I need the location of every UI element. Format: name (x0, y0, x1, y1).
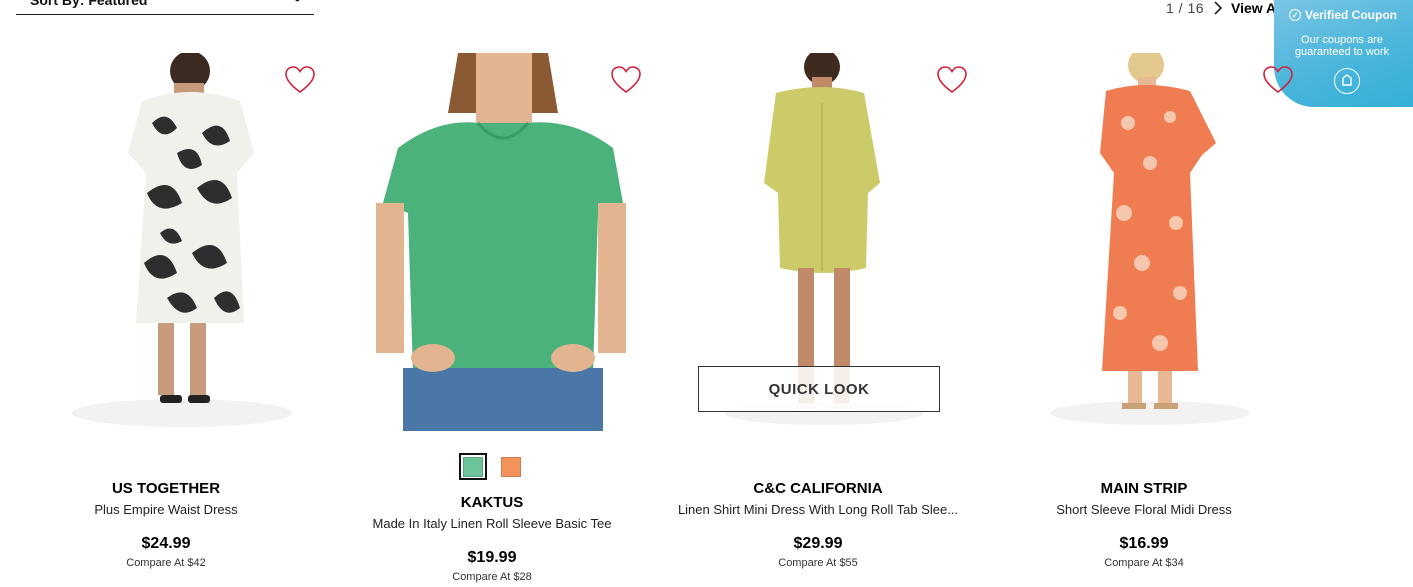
coupon-desc-line-1: Our coupons are (1301, 34, 1383, 46)
compare-at-price: Compare At $42 (126, 557, 206, 569)
heart-icon[interactable] (284, 65, 316, 95)
coupon-title-row: ✓ Verified Coupon (1262, 8, 1413, 22)
product-name[interactable]: Plus Empire Waist Dress (0, 502, 346, 517)
product-brand[interactable]: MAIN STRIP (994, 480, 1294, 497)
product-card[interactable]: KAKTUS Made In Italy Linen Roll Sleeve B… (342, 53, 642, 587)
product-name[interactable]: Short Sleeve Floral Midi Dress (964, 502, 1324, 517)
coupon-seal-icon (1334, 68, 1360, 94)
product-name[interactable]: Linen Shirt Mini Dress With Long Roll Ta… (638, 502, 998, 517)
product-brand[interactable]: US TOGETHER (16, 480, 316, 497)
check-circle-icon: ✓ (1288, 9, 1301, 21)
product-price: $16.99 (1119, 535, 1169, 552)
product-price: $19.99 (467, 549, 517, 566)
color-swatches (342, 453, 642, 480)
product-price: $24.99 (141, 535, 191, 552)
heart-icon[interactable] (610, 65, 642, 95)
chevron-down-icon: › (291, 0, 305, 2)
quick-look-button[interactable]: QUICK LOOK (698, 366, 940, 412)
compare-at-price: Compare At $28 (452, 571, 532, 583)
product-card[interactable]: US TOGETHER Plus Empire Waist Dress $24.… (16, 53, 316, 587)
compare-at-price: Compare At $55 (778, 557, 858, 569)
page-count: 1 / 16 (1166, 0, 1205, 16)
compare-at-price: Compare At $34 (1104, 557, 1184, 569)
product-card[interactable]: C&C CALIFORNIA Linen Shirt Mini Dress Wi… (668, 53, 968, 587)
product-image[interactable] (358, 53, 626, 431)
product-image[interactable] (32, 53, 300, 431)
swatch-orange[interactable] (497, 453, 525, 480)
product-card[interactable]: MAIN STRIP Short Sleeve Floral Midi Dres… (994, 53, 1294, 587)
sort-dropdown[interactable]: Sort By: Featured › (16, 0, 314, 15)
product-name[interactable]: Made In Italy Linen Roll Sleeve Basic Te… (312, 516, 672, 531)
swatch-green[interactable] (459, 453, 487, 480)
product-image[interactable] (1010, 53, 1278, 431)
heart-icon[interactable] (1262, 65, 1294, 95)
coupon-title: Verified Coupon (1304, 8, 1397, 22)
product-brand[interactable]: C&C CALIFORNIA (668, 480, 968, 497)
product-price: $29.99 (793, 535, 843, 552)
heart-icon[interactable] (936, 65, 968, 95)
sort-label: Sort By: Featured (30, 0, 148, 8)
product-brand[interactable]: KAKTUS (342, 494, 642, 511)
verified-coupon-widget[interactable]: ✓ Verified Coupon Our coupons are guaran… (1274, 0, 1413, 107)
chevron-right-icon[interactable] (1213, 1, 1223, 15)
